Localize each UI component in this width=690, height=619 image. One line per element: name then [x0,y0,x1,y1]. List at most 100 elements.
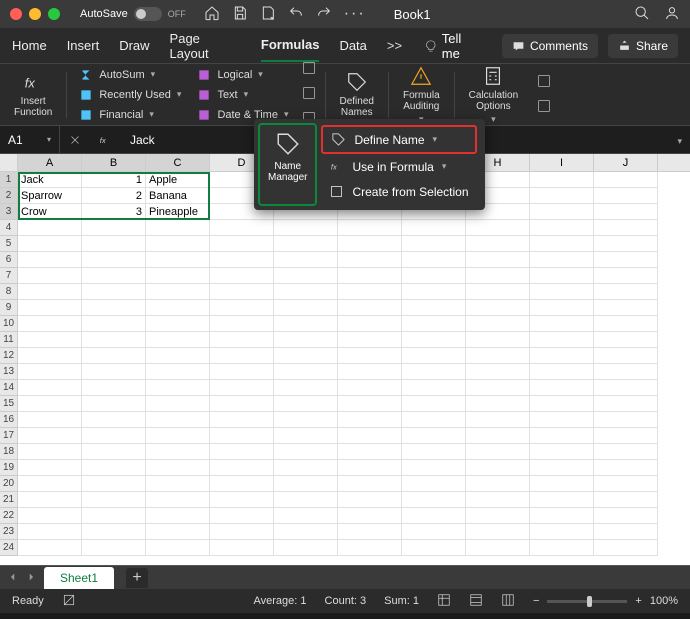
cell[interactable] [274,460,338,476]
row-header[interactable]: 23 [0,524,18,540]
autosum-button[interactable]: AutoSum▾ [75,67,185,83]
cell[interactable] [338,508,402,524]
cell[interactable] [402,508,466,524]
cell[interactable] [402,316,466,332]
cell[interactable] [82,316,146,332]
calc-sheet-icon[interactable] [536,98,552,117]
toggle-switch-icon[interactable] [134,7,162,21]
cell[interactable] [530,444,594,460]
cell[interactable] [82,268,146,284]
cell[interactable]: Jack [18,172,82,188]
row-header[interactable]: 6 [0,252,18,268]
lookup-icon[interactable] [301,60,317,79]
sheet-tab[interactable]: Sheet1 [44,567,114,589]
cell[interactable] [594,284,658,300]
cell[interactable] [466,460,530,476]
cell[interactable] [594,444,658,460]
cell[interactable] [82,380,146,396]
cell[interactable] [210,332,274,348]
cell[interactable] [82,412,146,428]
cell[interactable] [146,444,210,460]
cell[interactable] [466,412,530,428]
cell[interactable] [18,396,82,412]
maximize-window-icon[interactable] [48,8,60,20]
cell[interactable] [18,220,82,236]
cell[interactable] [146,476,210,492]
cell[interactable] [146,252,210,268]
add-sheet-button[interactable]: + [126,568,148,588]
create-from-selection-item[interactable]: Create from Selection [321,179,476,204]
row-header[interactable]: 7 [0,268,18,284]
cell[interactable] [210,524,274,540]
cell[interactable] [530,428,594,444]
cell[interactable] [594,540,658,556]
row-header[interactable]: 8 [0,284,18,300]
cell[interactable] [466,396,530,412]
cell[interactable] [594,316,658,332]
cell[interactable] [466,492,530,508]
cell[interactable] [402,380,466,396]
cell[interactable] [402,284,466,300]
cell[interactable] [18,348,82,364]
cell[interactable] [530,284,594,300]
cell[interactable] [402,300,466,316]
cell[interactable] [402,428,466,444]
cell[interactable] [210,284,274,300]
recently-used-button[interactable]: Recently Used▾ [75,87,185,103]
cell[interactable] [530,412,594,428]
name-box[interactable]: A1 ▾ [0,126,60,153]
cell[interactable]: Banana [146,188,210,204]
cell[interactable] [594,300,658,316]
cell[interactable] [338,396,402,412]
cell[interactable] [594,204,658,220]
cell[interactable] [530,524,594,540]
cell[interactable] [530,380,594,396]
cell[interactable] [402,268,466,284]
cell[interactable] [274,444,338,460]
cell[interactable] [18,316,82,332]
financial-button[interactable]: Financial▾ [75,107,185,123]
row-header[interactable]: 19 [0,460,18,476]
cell[interactable] [82,492,146,508]
cell[interactable] [530,508,594,524]
cell[interactable] [146,492,210,508]
cell[interactable] [274,220,338,236]
cell[interactable] [338,332,402,348]
cell[interactable] [594,364,658,380]
accessibility-icon[interactable] [62,593,76,610]
cell[interactable] [82,348,146,364]
cell[interactable] [530,188,594,204]
undo-icon[interactable] [288,5,304,24]
cell[interactable]: 3 [82,204,146,220]
cell[interactable] [338,316,402,332]
cell[interactable]: 1 [82,172,146,188]
cell[interactable] [402,236,466,252]
cell[interactable] [274,412,338,428]
cell[interactable] [274,300,338,316]
cell[interactable] [466,332,530,348]
column-header[interactable]: J [594,154,658,171]
cell[interactable] [210,236,274,252]
cell[interactable] [594,348,658,364]
cell[interactable] [82,252,146,268]
name-manager-button[interactable]: Name Manager [258,123,317,206]
cell[interactable] [210,364,274,380]
cancel-formula-icon[interactable] [60,133,90,147]
calc-now-icon[interactable] [536,73,552,92]
cell[interactable] [82,540,146,556]
cell[interactable] [594,524,658,540]
cell[interactable] [82,236,146,252]
cell[interactable] [338,444,402,460]
cell[interactable] [530,236,594,252]
cell[interactable] [146,380,210,396]
cell[interactable] [146,540,210,556]
cell[interactable] [530,348,594,364]
insert-function-icon[interactable]: fx [90,133,120,147]
cell[interactable]: Pineapple [146,204,210,220]
row-header[interactable]: 17 [0,428,18,444]
cell[interactable] [402,476,466,492]
row-header[interactable]: 14 [0,380,18,396]
cell[interactable] [18,540,82,556]
cell[interactable] [210,492,274,508]
cell[interactable] [146,220,210,236]
